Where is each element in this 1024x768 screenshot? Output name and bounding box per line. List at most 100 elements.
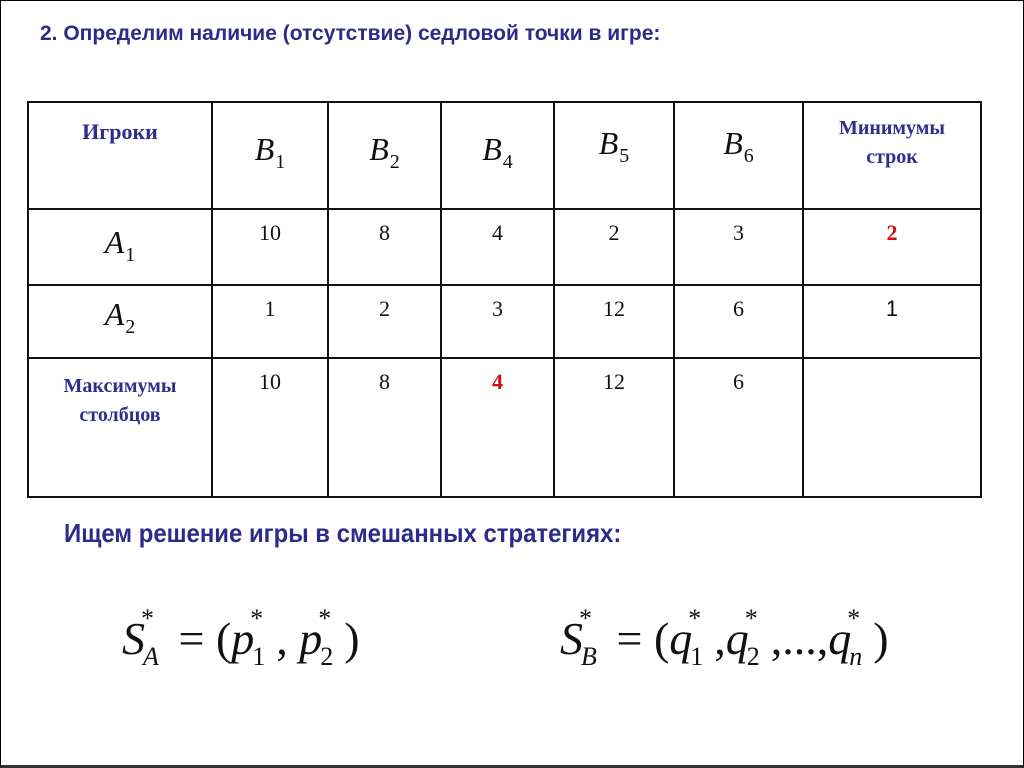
text: A	[104, 296, 125, 332]
text: B	[581, 642, 597, 671]
text: 2	[389, 151, 400, 173]
math-symbol: p * 1	[231, 604, 265, 671]
math-symbol: B5	[599, 103, 630, 168]
text: 2	[746, 642, 760, 671]
text: A	[143, 642, 159, 671]
text: 10	[259, 220, 281, 245]
text: B	[598, 125, 619, 161]
column-max-cell: 12	[553, 357, 675, 498]
cell: 3	[673, 208, 804, 286]
cell: 10	[211, 208, 329, 286]
text: 1	[264, 296, 276, 321]
formula-strategy-a: S * A = (p * 1, p * 2)	[122, 604, 360, 671]
row-header-a1: A1	[27, 208, 213, 286]
text: 12	[603, 296, 625, 321]
slide-title: 2. Определим наличие (отсутствие) седлов…	[40, 22, 661, 45]
cell: 4	[440, 208, 555, 286]
row-min-highlighted: 2	[886, 220, 898, 245]
empty-cell	[802, 357, 982, 498]
text: 2	[320, 642, 334, 671]
corner-cell: Игроки	[27, 101, 213, 210]
math-symbol: S * A	[122, 604, 159, 671]
text: 2	[125, 316, 136, 338]
math-symbol: S * B	[560, 604, 597, 671]
text: 12	[603, 369, 625, 394]
math-symbol: B1	[255, 103, 286, 174]
text: =	[178, 613, 205, 664]
text: 10	[259, 369, 281, 394]
text: )	[873, 613, 889, 664]
text: 5	[619, 145, 630, 167]
cell: 6	[673, 284, 804, 359]
math-symbol: B6	[723, 103, 754, 168]
row-min-cell: 1	[802, 284, 982, 359]
text: 3	[733, 220, 744, 245]
cell: 2	[553, 208, 675, 286]
text: 4	[492, 220, 503, 245]
column-max-row: Максимумы столбцов 10 8 4 12 6	[27, 357, 982, 498]
text: B	[482, 131, 502, 167]
column-header-b2: B2	[327, 101, 442, 210]
text: 1	[885, 296, 899, 321]
cell: 8	[327, 208, 442, 286]
column-header-b4: B4	[440, 101, 555, 210]
column-header-b1: B1	[211, 101, 329, 210]
math-symbol: p * 2	[299, 604, 333, 671]
text: *	[141, 604, 154, 633]
text: 1	[252, 642, 266, 671]
cell: 12	[553, 284, 675, 359]
row-header-a2: A2	[27, 284, 213, 359]
row-min-header: Минимумы строк	[802, 101, 982, 210]
column-max-label-line1: Максимумы	[63, 375, 177, 397]
text: B	[254, 131, 275, 167]
cell: 1	[211, 284, 329, 359]
row-min-header-line2: строк	[866, 146, 918, 168]
payoff-matrix-table: Игроки B1 B2 B4 B5 B6 Минимумы строк A1 …	[27, 101, 982, 498]
formula-strategy-b: S * B = (q * 1 ,q * 2 ,...,q * n)	[560, 604, 889, 671]
column-max-cell: 6	[673, 357, 804, 498]
text: *	[847, 604, 861, 633]
text: =	[616, 613, 643, 664]
text: 8	[379, 369, 390, 394]
column-max-cell: 10	[211, 357, 329, 498]
text: ,	[714, 613, 726, 664]
table-row: A1 10 8 4 2 3 2	[27, 208, 982, 286]
column-header-b6: B6	[673, 101, 804, 210]
text: 2	[608, 220, 620, 245]
header-row: Игроки B1 B2 B4 B5 B6 Минимумы строк	[27, 101, 982, 210]
text: 3	[492, 296, 503, 321]
row-min-header-line1: Минимумы	[838, 117, 946, 139]
text: A	[104, 224, 125, 260]
text: 6	[733, 296, 744, 321]
subtitle: Ищем решение игры в смешанных стратегиях…	[64, 518, 622, 548]
text: )	[344, 613, 360, 664]
math-symbol: q * 1	[669, 604, 703, 671]
column-max-label-line2: столбцов	[79, 404, 161, 426]
text: 4	[502, 151, 513, 173]
text: *	[250, 604, 264, 633]
text: 1	[275, 151, 286, 173]
text: 8	[379, 220, 390, 245]
column-max-cell: 4	[440, 357, 555, 498]
text: *	[579, 604, 592, 633]
text: (	[215, 613, 232, 664]
math-symbol: A1	[105, 210, 136, 267]
text: 6	[743, 145, 754, 167]
text: *	[744, 604, 758, 633]
table-row: A2 1 2 3 12 6 1	[27, 284, 982, 359]
column-max-cell: 8	[327, 357, 442, 498]
text: 6	[733, 369, 744, 394]
text: 1	[125, 244, 136, 266]
cell: 3	[440, 284, 555, 359]
text: (	[653, 613, 670, 664]
text: 1	[690, 642, 704, 671]
text: B	[369, 131, 389, 167]
text: n	[849, 642, 863, 671]
math-symbol: A2	[105, 286, 136, 339]
text: *	[688, 604, 702, 633]
text: 2	[379, 296, 390, 321]
math-symbol: q * 2	[726, 604, 760, 671]
text: B	[723, 125, 743, 161]
column-header-b5: B5	[553, 101, 675, 210]
cell: 2	[327, 284, 442, 359]
